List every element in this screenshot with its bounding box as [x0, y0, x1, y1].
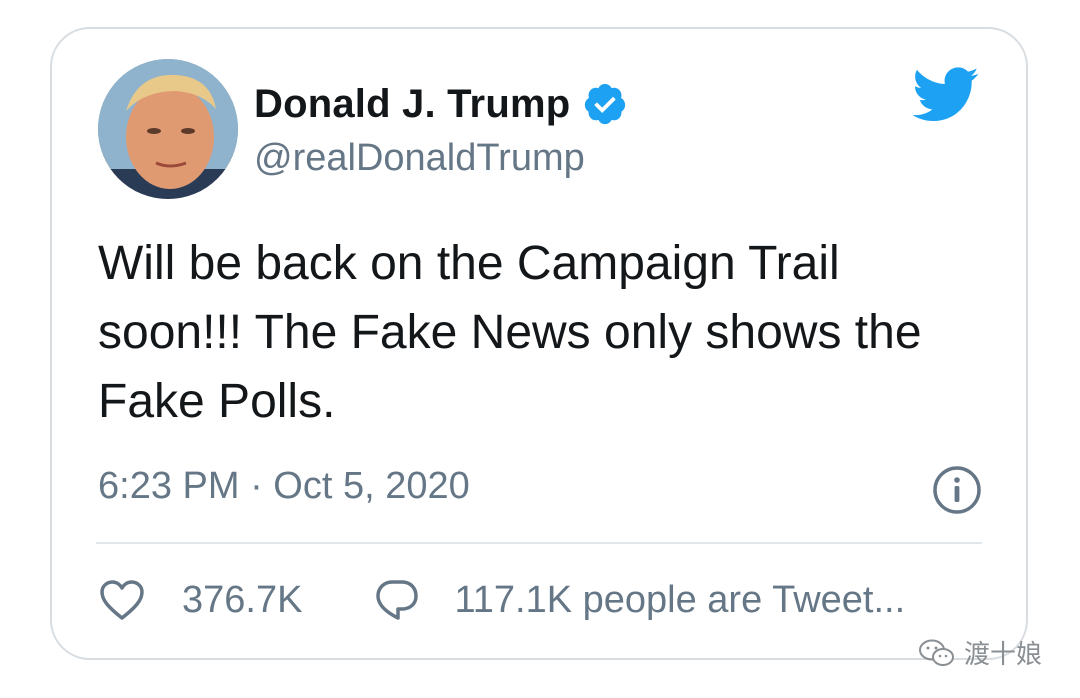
like-count: 376.7K — [182, 578, 303, 621]
tweet-card: Donald J. Trump @realDonaldTrump Will be… — [50, 27, 1028, 660]
info-icon[interactable] — [932, 465, 982, 515]
tweet-actions: 376.7K 117.1K people are Tweet... — [98, 577, 905, 623]
people-tweeting-label: 117.1K people are Tweet... — [454, 578, 906, 621]
tweet-text: Will be back on the Campaign Trail soon!… — [98, 237, 922, 428]
like-button[interactable]: 376.7K — [98, 578, 302, 622]
watermark: 渡十娘 — [918, 634, 1042, 671]
heart-icon — [100, 580, 144, 620]
twitter-bird-icon — [912, 67, 979, 122]
avatar[interactable] — [98, 59, 238, 199]
wechat-icon — [919, 639, 954, 666]
verified-badge-icon — [585, 83, 626, 125]
reply-button[interactable]: 117.1K people are Tweet... — [374, 577, 905, 623]
reply-bubble-icon — [376, 580, 419, 620]
avatar-image — [98, 59, 238, 199]
author-name-row: Donald J. Trump — [254, 81, 628, 127]
watermark-text: 渡十娘 — [964, 640, 1043, 670]
divider — [96, 542, 982, 544]
display-name[interactable]: Donald J. Trump — [254, 82, 570, 127]
tweet-timestamp[interactable]: 6:23 PM · Oct 5, 2020 — [98, 465, 470, 508]
author-handle[interactable]: @realDonaldTrump — [254, 137, 585, 180]
